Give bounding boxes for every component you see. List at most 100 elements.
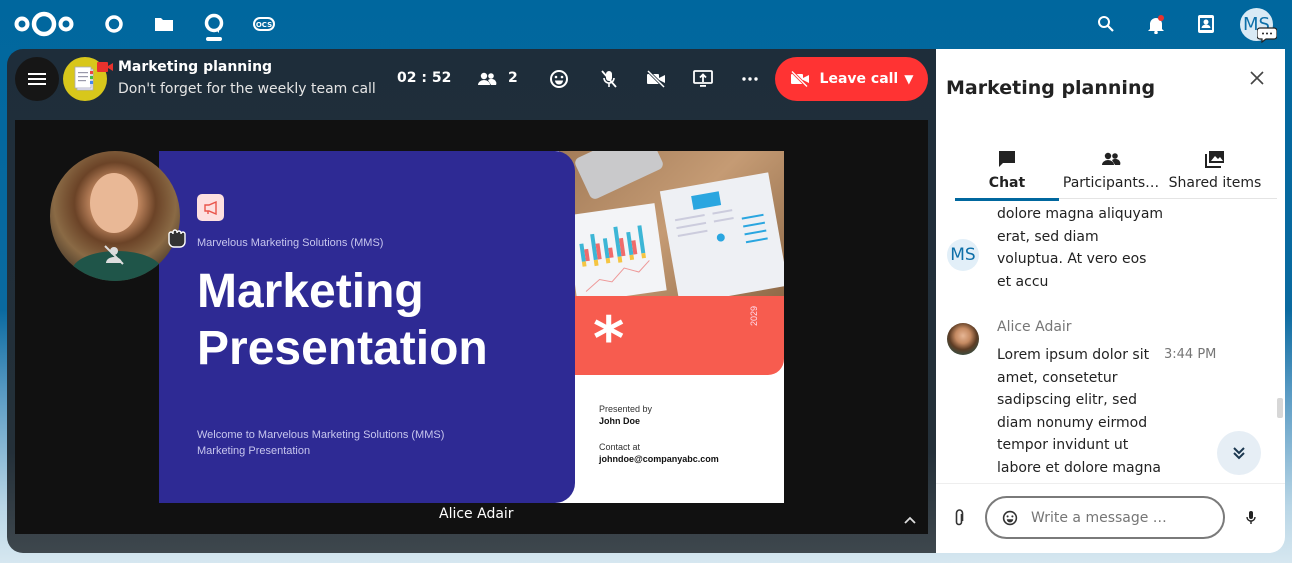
emoji-picker-button[interactable] (999, 507, 1021, 529)
call-view: Marketing planning Don't forget for the … (7, 49, 947, 553)
toggle-video-button[interactable] (640, 63, 672, 95)
chat-message: dolore magna aliquyam erat, sed diam vol… (997, 203, 1163, 293)
slide-company-name: Marvelous Marketing Solutions (MMS) (197, 237, 384, 249)
composer-divider (936, 483, 1285, 484)
presenter-contact: johndoe@companyabc.com (599, 454, 719, 464)
slide-presenter-info: Presented by John Doe Contact at johndoe… (599, 403, 719, 465)
record-voice-message-button[interactable] (1240, 507, 1262, 529)
leave-call-label: Leave call (819, 71, 899, 87)
dashboard-app-icon[interactable] (102, 12, 126, 36)
slide-title-panel: Marvelous Marketing Solutions (MMS) Mark… (159, 151, 575, 503)
shared-items-icon (1205, 151, 1224, 168)
conversation-title: Marketing planning (118, 59, 273, 75)
reactions-button[interactable] (543, 63, 575, 95)
top-header: OCS MS (0, 0, 1292, 49)
raised-hand-icon (168, 229, 186, 248)
participant-face (90, 173, 138, 233)
folder-icon[interactable] (152, 12, 176, 36)
message-timestamp: 3:44 PM (1164, 347, 1217, 362)
screen-share-icon (693, 70, 713, 87)
message-author-avatar[interactable]: MS (947, 239, 979, 271)
leave-call-button[interactable]: Leave call ▼ (775, 57, 928, 101)
slide-title-line1: Marketing (197, 265, 424, 318)
close-sidebar-button[interactable] (1244, 65, 1270, 91)
nextcloud-logo[interactable] (13, 9, 75, 39)
slide-welcome-text: Welcome to Marvelous Marketing Solutions… (197, 427, 444, 459)
message-line: amet, consetetur (997, 369, 1118, 386)
navigation-menu-button[interactable] (15, 57, 59, 101)
participants-count: 2 (508, 70, 518, 86)
microphone-icon (1246, 511, 1256, 524)
search-icon[interactable] (1094, 12, 1118, 36)
ocs-icon[interactable]: OCS (252, 12, 276, 36)
call-duration: 02 : 52 (397, 70, 452, 86)
conversation-description: Don't forget for the weekly team call (118, 81, 376, 97)
participants-icon (1102, 152, 1121, 165)
microphone-off-icon (104, 245, 124, 265)
chat-scrollbar[interactable] (1277, 398, 1283, 418)
double-chevron-down-icon (1233, 447, 1245, 460)
message-line: et accu (997, 273, 1049, 290)
message-line: erat, sed diam (997, 228, 1099, 245)
collapse-stripe-button[interactable] (893, 503, 927, 537)
participants-icon (478, 72, 497, 85)
active-call-video-icon (97, 62, 113, 72)
tab-participants[interactable]: Participants… (1059, 143, 1163, 199)
hamburger-icon (28, 73, 46, 85)
participants-button[interactable] (471, 63, 503, 95)
close-icon (1250, 71, 1264, 85)
participant-name-label: Alice Adair (439, 506, 514, 522)
message-line: tempor invidunt ut (997, 437, 1129, 453)
attach-file-button[interactable] (948, 507, 970, 529)
svg-text:OCS: OCS (256, 21, 272, 29)
notifications-bell-icon[interactable] (1144, 12, 1168, 36)
leave-call-caret: ▼ (904, 72, 914, 86)
message-line: labore et dolore magna (997, 459, 1161, 476)
share-screen-button[interactable] (687, 63, 719, 95)
notes-document-icon (74, 66, 94, 91)
megaphone-icon (197, 194, 224, 221)
talk-app-icon[interactable] (202, 12, 226, 36)
tab-chat[interactable]: Chat (955, 143, 1059, 201)
message-line: voluptua. At vero eos (997, 251, 1147, 267)
slide-photo-report-document (659, 172, 784, 305)
shared-screen-slide: * 2029 Presented by John Doe Contact at … (159, 151, 784, 503)
scroll-to-bottom-button[interactable] (1217, 431, 1261, 475)
call-top-bar: Marketing planning Don't forget for the … (7, 49, 937, 109)
active-app-indicator (206, 37, 222, 41)
message-line: dolore magna aliquyam (997, 206, 1164, 222)
more-actions-button[interactable] (734, 63, 766, 95)
message-line: sadipscing elitr, sed (997, 392, 1137, 408)
message-line: Lorem ipsum dolor sit (997, 347, 1150, 363)
slide-welcome-line2: Marketing Presentation (197, 445, 311, 457)
slide-year: 2029 (749, 305, 759, 326)
slide-title-line2: Presentation (197, 322, 488, 375)
message-author-name: Alice Adair (997, 319, 1072, 335)
video-off-icon (790, 71, 809, 87)
sidebar-tabs: Chat Participants… Shared items (955, 143, 1277, 201)
chat-icon (999, 151, 1015, 167)
chevron-up-icon (904, 516, 916, 524)
sidebar-title: Marketing planning (946, 77, 1156, 99)
tab-shared-items[interactable]: Shared items (1163, 143, 1267, 199)
message-input[interactable] (1031, 509, 1211, 526)
toggle-microphone-button[interactable] (593, 63, 625, 95)
conversation-sidebar: Marketing planning Chat Participants… Sh… (936, 49, 1285, 553)
participant-video-alice[interactable] (50, 151, 180, 281)
chat-message: Lorem ipsum dolor sit amet, consetetur s… (997, 344, 1161, 479)
message-author-avatar[interactable] (947, 323, 979, 355)
more-horizontal-icon (742, 77, 758, 81)
message-composer (985, 496, 1225, 539)
slide-asterisk: * (593, 304, 625, 374)
paperclip-icon (955, 509, 964, 526)
emoji-icon (550, 70, 568, 88)
video-stage: * 2029 Presented by John Doe Contact at … (15, 120, 928, 534)
contacts-icon[interactable] (1194, 12, 1218, 36)
status-message-icon (1257, 27, 1277, 43)
emoji-icon (1002, 510, 1018, 525)
presenter-name: John Doe (599, 416, 641, 426)
message-line: diam nonumy eirmod (997, 414, 1148, 431)
microphone-off-icon (601, 70, 617, 88)
presented-by-label: Presented by (599, 404, 653, 414)
slide-photo-chart-document (565, 203, 667, 303)
